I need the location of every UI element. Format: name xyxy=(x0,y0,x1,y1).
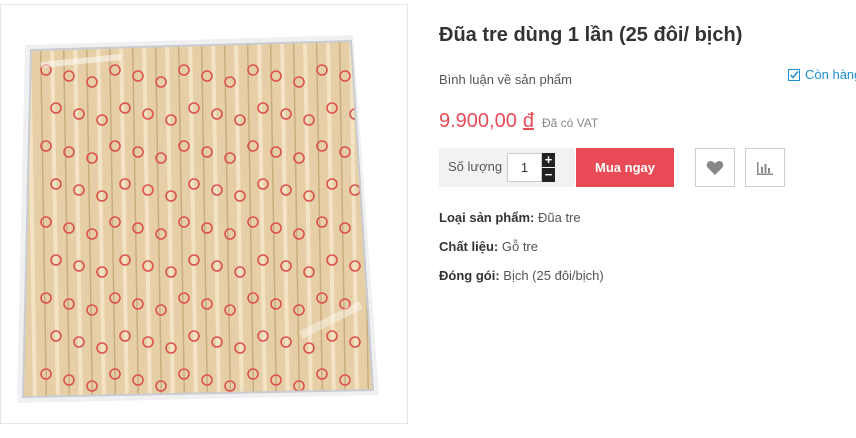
attribute-label: Loại sản phẩm: xyxy=(439,210,535,225)
compare-button[interactable] xyxy=(745,148,785,187)
stock-status: Còn hàng xyxy=(788,67,856,82)
attribute-packaging: Đóng gói: Bịch (25 đôi/bịch) xyxy=(439,268,604,283)
currency-symbol: đ xyxy=(522,110,534,132)
heart-icon xyxy=(706,160,724,175)
product-title: Đũa tre dùng 1 lần (25 đôi/ bịch) xyxy=(439,24,743,46)
attribute-value: Bịch (25 đôi/bịch) xyxy=(503,268,604,283)
quantity-box: Số lượng 1 + − xyxy=(439,148,575,187)
attribute-product-type: Loại sản phẩm: Đũa tre xyxy=(439,210,581,225)
quantity-plus-button[interactable]: + xyxy=(542,153,555,167)
vat-note: Đã có VAT xyxy=(541,116,599,130)
buy-now-button[interactable]: Mua ngay xyxy=(576,148,674,187)
quantity-input[interactable]: 1 xyxy=(507,153,542,182)
attribute-material: Chất liệu: Gỗ tre xyxy=(439,239,538,254)
price-value: 9.900,00 xyxy=(439,110,517,132)
price: 9.900,00 đ xyxy=(439,110,534,133)
wishlist-button[interactable] xyxy=(695,148,735,187)
attribute-label: Chất liệu: xyxy=(439,239,499,254)
bar-chart-icon xyxy=(757,161,773,175)
review-link[interactable]: Bình luận về sản phẩm xyxy=(439,72,572,87)
quantity-minus-button[interactable]: − xyxy=(542,168,555,182)
chopsticks-package-image xyxy=(17,35,379,403)
stock-label: Còn hàng xyxy=(805,67,856,82)
product-image[interactable] xyxy=(0,4,408,424)
attribute-label: Đóng gói: xyxy=(439,268,500,283)
price-row: 9.900,00 đ Đã có VAT xyxy=(439,110,598,133)
attribute-value: Gỗ tre xyxy=(501,239,538,254)
attribute-value: Đũa tre xyxy=(537,210,581,225)
quantity-label: Số lượng xyxy=(448,159,503,174)
checkbox-check-icon xyxy=(788,68,800,81)
